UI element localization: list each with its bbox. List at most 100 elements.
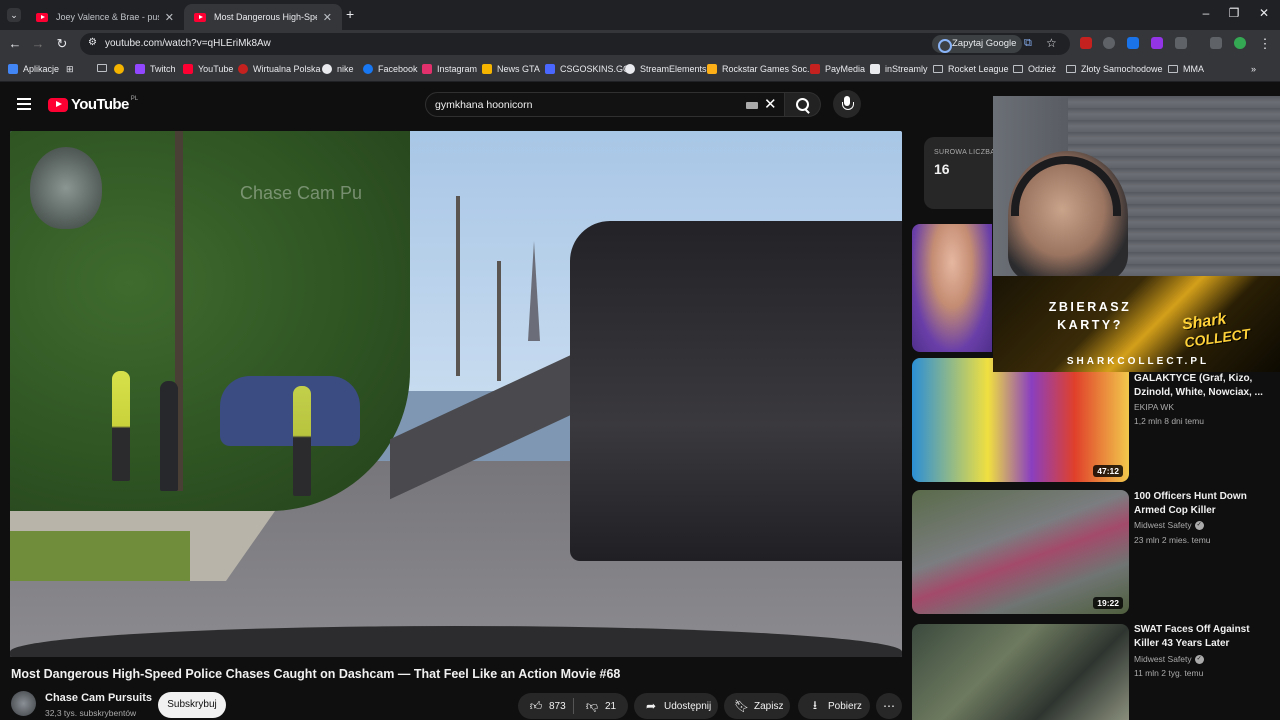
channel-avatar[interactable] [11,691,36,716]
bookmark-nike[interactable]: nike [322,64,354,74]
url-text: youtube.com/watch?v=qHLEriMk8Aw [105,38,271,49]
extension-icon[interactable] [1080,37,1092,49]
bookmark-csgoskins[interactable]: CSGOSKINS.GG [545,64,630,74]
apps-grid-icon[interactable]: ⊞ [66,64,74,75]
save-button[interactable]: 🔖︎ Zapisz [724,693,790,719]
search-button[interactable] [785,92,821,117]
like-button[interactable]: 👍︎ 873 [529,699,566,714]
voice-search-icon[interactable] [833,90,861,118]
video-duration: 47:12 [1093,465,1123,477]
recommended-channel[interactable]: EKIPA WK [1134,402,1174,412]
extension-icon[interactable] [1103,37,1115,49]
bookmark-folder-rocket-league[interactable]: Rocket League [933,64,1009,74]
ask-google-button[interactable]: Zapytaj Google [932,35,1023,53]
download-icon: ⭳ [812,697,818,712]
channel-name[interactable]: Chase Cam Pursuits [45,692,152,704]
recommended-title[interactable]: 100 Officers Hunt Down Armed Cop Killer [1134,490,1269,518]
bookmark-instreamly[interactable]: inStreamly [870,64,928,74]
streamer-webcam [993,96,1280,276]
bookmark-icon: 🔖︎ [734,699,750,713]
search-value: gymkhana hoonicorn [435,99,533,111]
video-duration: 19:22 [1093,597,1123,609]
bookmark-rockstar[interactable]: Rockstar Games Soc... [707,64,815,74]
new-tab-icon[interactable]: + [346,6,354,22]
browser-tab-2[interactable]: Most Dangerous High-Speed P ✕ [184,4,342,30]
raw-count-value: 16 [934,161,950,177]
video-frame-person [160,381,178,491]
browser-tab-1[interactable]: Joey Valence & Brae - push the ✕ [26,4,184,30]
site-info-icon[interactable]: ⚙ [88,37,97,48]
sponsor-banner: ZBIERASZ KARTY? Shark COLLECT SHARKCOLLE… [993,276,1280,372]
sponsor-headline: ZBIERASZ KARTY? [1048,300,1132,332]
recommended-channel[interactable]: Midwest Safety ✓ [1134,520,1204,530]
bookmark-star-icon[interactable]: ☆ [1046,36,1057,50]
video-frame-pole [456,196,460,376]
tab-title: Most Dangerous High-Speed P [214,12,317,22]
recommended-title[interactable]: GALAKTYCE (Graf, Kizo, Dzinold, White, N… [1134,372,1269,400]
bookmark-news-gta[interactable]: News GTA [482,64,540,74]
video-player[interactable]: Chase Cam Pu [10,131,902,657]
thumbs-down-icon: 👎︎ [585,698,599,713]
bookmark-item[interactable] [114,64,129,74]
address-bar[interactable]: ⚙ youtube.com/watch?v=qHLEriMk8Aw Zapyta… [80,33,1070,55]
reload-icon[interactable]: ↻ [53,36,71,52]
close-tab-icon[interactable]: ✕ [323,11,332,24]
browser-tab-strip: ⌄ Joey Valence & Brae - push the ✕ Most … [0,0,1280,30]
menu-icon[interactable]: ⋮ [1256,36,1274,52]
youtube-play-icon [48,97,68,112]
raw-count-card: SUROWA LICZBA 16 [924,137,995,209]
dislike-count: 21 [605,700,617,712]
dislike-button[interactable]: 👎︎ 21 [585,699,616,714]
tab-search-button[interactable]: ⌄ [7,8,21,22]
recommended-thumbnail[interactable]: 19:22 [912,490,1129,614]
chase-cam-badge-logo [30,147,102,229]
recommended-thumbnail[interactable] [912,624,1129,720]
youtube-logo[interactable]: YouTube PL [48,96,138,113]
bookmark-wp[interactable]: Wirtualna Polska [238,64,321,74]
hamburger-menu-icon[interactable] [17,98,31,110]
recommended-channel[interactable]: Midwest Safety ✓ [1134,654,1204,664]
forward-icon[interactable]: → [29,36,47,51]
back-icon[interactable]: ← [6,36,24,51]
youtube-favicon-icon [36,12,48,22]
minimize-icon[interactable]: – [1196,6,1216,20]
video-frame-pole [497,261,501,381]
clear-search-icon[interactable]: ✕ [764,95,777,113]
bookmark-apps[interactable]: Aplikacje [8,64,59,74]
thumbs-up-icon: 👍︎ [529,698,543,713]
bookmark-folder-samochodowe[interactable]: Złoty Samochodowe [1066,64,1163,74]
recommended-thumbnail[interactable]: 47:12 [912,358,1129,482]
download-button[interactable]: ⭳ Pobierz [798,693,870,719]
subscriber-count: 32,3 tys. subskrybentów [45,708,137,718]
bookmark-paymedia[interactable]: PayMedia [810,64,865,74]
more-bookmarks-icon[interactable]: » [1251,64,1256,74]
sponsor-logo: Shark COLLECT [1180,310,1252,351]
profile-avatar[interactable] [1234,37,1246,49]
like-dislike-pill: 👍︎ 873 👎︎ 21 [518,693,628,719]
bookmark-streamelements[interactable]: StreamElements [625,64,707,74]
bookmarks-bar: Aplikacje ⊞ Twitch YouTube Wirtualna Pol… [0,58,1280,82]
keyboard-icon[interactable] [746,102,758,109]
close-tab-icon[interactable]: ✕ [165,11,174,24]
bookmark-instagram[interactable]: Instagram [422,64,477,74]
extension-icon[interactable] [1127,37,1139,49]
extension-icon[interactable] [1151,37,1163,49]
bookmark-folder-icon[interactable] [97,64,112,72]
share-button[interactable]: ➦ Udostępnij [634,693,718,719]
youtube-favicon-icon [194,12,206,22]
puzzle-icon[interactable] [1175,37,1187,49]
more-actions-button[interactable]: ⋯ [876,693,902,719]
restore-icon[interactable]: ❐ [1224,6,1244,20]
bookmark-twitch[interactable]: Twitch [135,64,176,74]
search-input[interactable]: gymkhana hoonicorn ✕ [425,92,785,117]
subscribe-button[interactable]: Subskrybuj [158,692,226,718]
recommended-thumbnail[interactable] [912,224,992,352]
close-window-icon[interactable]: ✕ [1254,6,1274,20]
bookmark-facebook[interactable]: Facebook [363,64,418,74]
bookmark-folder-mma[interactable]: MMA [1168,64,1204,74]
media-icon[interactable] [1210,37,1222,49]
bookmark-youtube[interactable]: YouTube [183,64,233,74]
screenshot-icon[interactable]: ⧉ [1024,37,1032,50]
bookmark-folder-odziez[interactable]: Odzież [1013,64,1056,74]
recommended-title[interactable]: SWAT Faces Off Against Killer 43 Years L… [1134,623,1269,651]
